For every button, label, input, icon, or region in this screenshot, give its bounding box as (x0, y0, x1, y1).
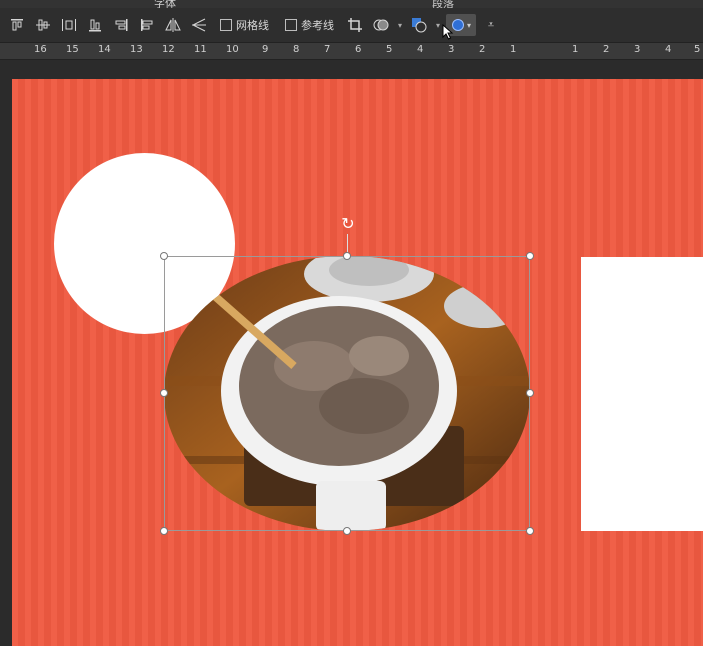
ruler-number: 2 (603, 44, 610, 55)
resize-handle-bottom[interactable] (343, 527, 351, 535)
ruler-number: 6 (355, 44, 362, 55)
resize-handle-right[interactable] (526, 389, 534, 397)
mouse-cursor-icon (442, 23, 454, 40)
rotate-handle-icon[interactable]: ↻ (339, 215, 357, 233)
merge-shapes-icon[interactable] (370, 14, 392, 36)
dropdown-arrow-icon[interactable]: ▾ (434, 14, 442, 36)
more-options-icon[interactable]: ⩡ (480, 14, 502, 36)
ruler-number: 13 (130, 44, 143, 55)
ruler-number: 14 (98, 44, 111, 55)
guides-toggle[interactable]: 参考线 (285, 17, 334, 33)
ruler-number: 8 (293, 44, 300, 55)
align-left-icon[interactable] (136, 14, 158, 36)
resize-handle-top-left[interactable] (160, 252, 168, 260)
resize-handle-top-right[interactable] (526, 252, 534, 260)
ribbon-group-strip: 字体 段落 (0, 0, 703, 10)
align-right-icon[interactable] (110, 14, 132, 36)
ruler-number: 15 (66, 44, 79, 55)
horizontal-ruler: 16 15 14 13 12 11 10 9 8 7 6 5 4 3 2 1 1… (0, 42, 703, 60)
ruler-number: 5 (694, 44, 701, 55)
align-top-icon[interactable] (6, 14, 28, 36)
guides-checkbox[interactable] (285, 19, 297, 31)
ruler-number: 12 (162, 44, 175, 55)
slide[interactable]: ↻ (12, 79, 703, 646)
ruler-number: 2 (479, 44, 486, 55)
shape-fill-icon[interactable] (408, 14, 430, 36)
selection-box (164, 256, 530, 531)
drawing-toolbar: 网格线 参考线 ▾ ▾ ▾ ⩡ (0, 8, 703, 42)
gridlines-toggle[interactable]: 网格线 (220, 17, 269, 33)
resize-handle-bottom-left[interactable] (160, 527, 168, 535)
ruler-number: 11 (194, 44, 207, 55)
ruler-number: 4 (417, 44, 424, 55)
distribute-horizontal-icon[interactable] (58, 14, 80, 36)
ruler-number: 1 (510, 44, 517, 55)
flip-vertical-icon[interactable] (188, 14, 210, 36)
ruler-number: 5 (386, 44, 393, 55)
ruler-number: 10 (226, 44, 239, 55)
ruler-number: 3 (448, 44, 455, 55)
ruler-number: 4 (665, 44, 672, 55)
slide-canvas: ↻ (0, 60, 703, 646)
ruler-number: 9 (262, 44, 269, 55)
align-bottom-icon[interactable] (84, 14, 106, 36)
ruler-number: 7 (324, 44, 331, 55)
ruler-number: 16 (34, 44, 47, 55)
dropdown-arrow-icon[interactable]: ▾ (396, 14, 404, 36)
align-middle-icon[interactable] (32, 14, 54, 36)
resize-handle-top[interactable] (343, 252, 351, 260)
crop-icon[interactable] (344, 14, 366, 36)
ruler-number: 1 (572, 44, 579, 55)
resize-handle-bottom-right[interactable] (526, 527, 534, 535)
guides-label: 参考线 (301, 19, 334, 32)
gridlines-checkbox[interactable] (220, 19, 232, 31)
resize-handle-left[interactable] (160, 389, 168, 397)
flip-horizontal-icon[interactable] (162, 14, 184, 36)
gridlines-label: 网格线 (236, 19, 269, 32)
ruler-number: 3 (634, 44, 641, 55)
white-rectangle-shape[interactable] (581, 257, 703, 531)
